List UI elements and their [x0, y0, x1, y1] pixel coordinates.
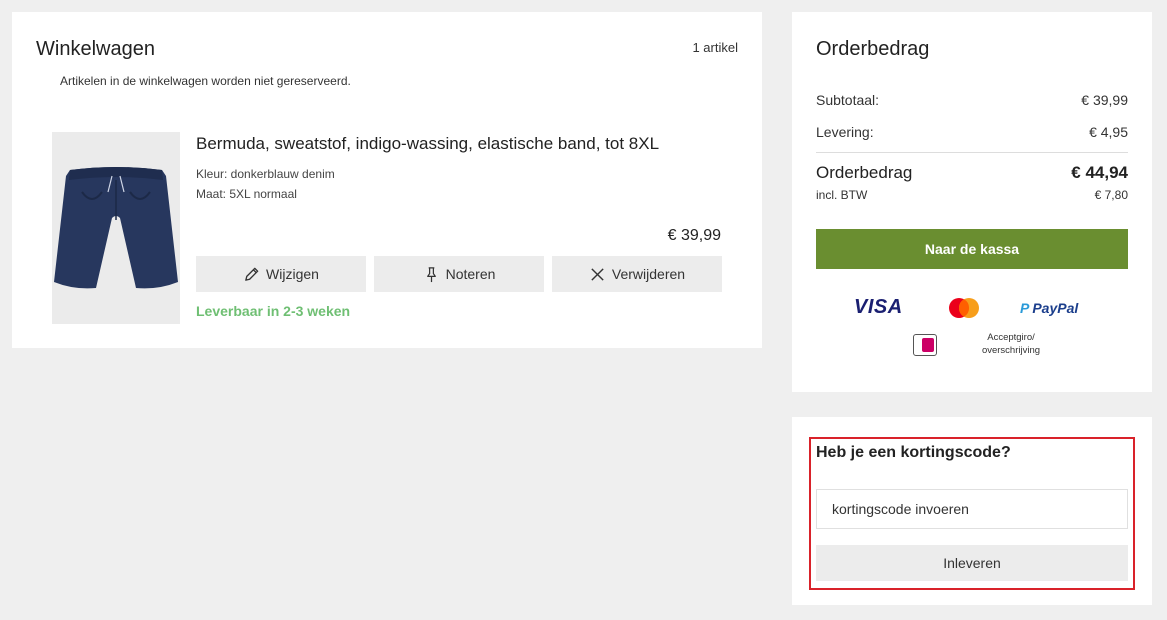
discount-code-panel: Heb je een kortingscode? Inleveren [792, 417, 1152, 605]
bank-transfer-label: Acceptgiro/ overschrijving [981, 332, 1041, 356]
delivery-label: Levering: [816, 124, 874, 140]
cart-item-count: 1 artikel [692, 40, 738, 55]
pin-icon [426, 266, 436, 282]
subtotal-row: Subtotaal: € 39,99 [816, 92, 1128, 108]
vat-value: € 7,80 [1094, 188, 1128, 202]
total-label: Orderbedrag [816, 163, 913, 182]
order-summary-panel: Orderbedrag Subtotaal: € 39,99 Levering:… [792, 12, 1152, 392]
close-icon [591, 267, 604, 281]
cart-title: Winkelwagen [36, 38, 155, 60]
ideal-icon [922, 338, 934, 352]
total-value: € 44,94 [1071, 163, 1128, 182]
shorts-icon [54, 167, 178, 289]
product-color: Kleur: donkerblauw denim [196, 167, 335, 181]
pencil-icon [245, 267, 259, 281]
checkout-button[interactable]: Naar de kassa [816, 229, 1128, 269]
product-size: Maat: 5XL normaal [196, 187, 297, 201]
cart-reservation-note: Artikelen in de winkelwagen worden niet … [60, 74, 351, 88]
discount-title: Heb je een kortingscode? [816, 444, 1011, 461]
subtotal-value: € 39,99 [1081, 92, 1128, 108]
remove-button[interactable]: Verwijderen [552, 256, 722, 292]
note-button[interactable]: Noteren [374, 256, 544, 292]
delivery-value: € 4,95 [1089, 124, 1128, 140]
product-price: € 39,99 [667, 227, 721, 244]
visa-logo: VISA [854, 296, 903, 318]
edit-button-label: Wijzigen [266, 266, 319, 282]
discount-code-input[interactable] [816, 489, 1128, 529]
note-button-label: Noteren [445, 266, 496, 282]
paypal-logo: P PayPal [1020, 300, 1078, 316]
vat-row: incl. BTW € 7,80 [816, 188, 1128, 202]
availability-status: Leverbaar in 2-3 weken [196, 303, 351, 319]
cart-panel: Winkelwagen 1 artikel Artikelen in de wi… [12, 12, 762, 348]
total-row: Orderbedrag € 44,94 [816, 163, 1128, 183]
subtotal-label: Subtotaal: [816, 92, 880, 108]
summary-divider [816, 152, 1128, 153]
mastercard-logo [949, 298, 979, 318]
product-image[interactable] [52, 132, 180, 324]
vat-label: incl. BTW [816, 188, 868, 202]
paypal-wordmark: PayPal [1032, 300, 1079, 316]
paypal-icon: P [1020, 300, 1030, 316]
delivery-row: Levering: € 4,95 [816, 124, 1128, 140]
remove-button-label: Verwijderen [611, 266, 686, 282]
discount-submit-button[interactable]: Inleveren [816, 545, 1128, 581]
ideal-logo [913, 334, 937, 356]
product-name[interactable]: Bermuda, sweatstof, indigo-wassing, elas… [196, 134, 659, 154]
edit-button[interactable]: Wijzigen [196, 256, 366, 292]
summary-title: Orderbedrag [816, 38, 930, 60]
